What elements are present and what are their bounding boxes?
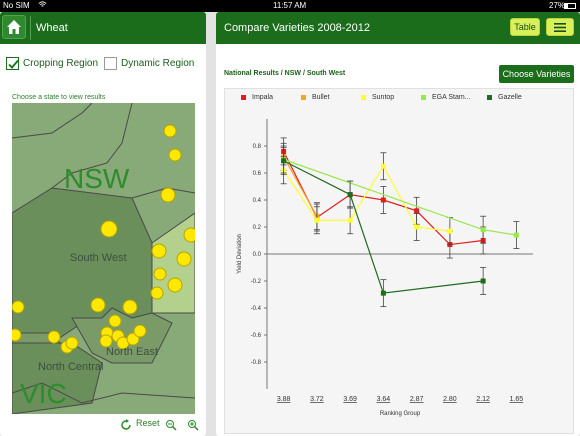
battery-icon: [564, 3, 576, 9]
data-point: [513, 232, 519, 238]
legend-swatch: [487, 94, 492, 100]
map-label-vic: VIC: [20, 378, 67, 409]
y-tick-label: 0.8: [253, 144, 262, 150]
map-label-nsw: NSW: [64, 163, 130, 194]
y-tick-label: -0.2: [251, 279, 262, 285]
map-label-north-east: North East: [106, 346, 158, 358]
legend-item-gazelle[interactable]: Gazelle: [487, 94, 522, 101]
reset-icon[interactable]: [120, 418, 132, 436]
legend-item-suntop[interactable]: Suntop: [361, 94, 394, 101]
results-header: Compare Varieties 2008-2012 Table: [216, 12, 580, 44]
breadcrumb[interactable]: National Results / NSW / South West: [224, 70, 345, 77]
reset-button[interactable]: Reset: [136, 418, 160, 428]
x-tick-label: 2.80: [443, 396, 457, 403]
carrier-text: No SIM: [3, 1, 30, 10]
data-point: [447, 228, 453, 234]
data-point: [380, 290, 386, 296]
data-point: [480, 227, 486, 233]
data-point: [380, 197, 386, 203]
y-tick-label: 0.2: [253, 225, 262, 231]
x-tick-label: 2.87: [410, 396, 424, 403]
clock-text: 11:57 AM: [273, 1, 307, 10]
y-tick-label: -0.8: [251, 360, 262, 366]
dynamic-region-checkbox[interactable]: [104, 57, 117, 70]
zoom-in-icon[interactable]: [187, 418, 199, 436]
crop-title: Wheat: [36, 22, 68, 34]
legend-item-impala[interactable]: Impala: [241, 94, 273, 101]
legend-swatch: [421, 94, 426, 100]
header-divider: [30, 16, 31, 40]
data-point: [314, 217, 320, 223]
checkmark-icon: [8, 59, 19, 69]
zoom-out-icon[interactable]: [165, 418, 177, 436]
yield-chart: 0.8 0.6 0.4 0.2 0.0 -0.2 -0.4 -0.6 -0.8 Yield Dev…: [237, 119, 533, 417]
series-line: [283, 165, 450, 232]
chart-card: Impala Bullet Suntop EGA Stam... Gazelle…: [224, 88, 574, 434]
status-bar: No SIM 11:57 AM 27%: [0, 0, 580, 12]
y-axis-label: Yield Deviation: [237, 234, 243, 274]
data-point: [347, 217, 353, 223]
menu-button[interactable]: [546, 18, 574, 36]
choose-varieties-button[interactable]: Choose Varieties: [499, 65, 574, 83]
home-button[interactable]: [2, 15, 26, 39]
table-button[interactable]: Table: [510, 18, 540, 36]
battery-text: 27%: [549, 1, 566, 10]
home-icon: [7, 20, 21, 34]
x-tick-label: 2.12: [476, 396, 490, 403]
map-panel: Wheat Cropping Region Dynamic Region Cho…: [0, 12, 206, 436]
y-tick-label: -0.4: [251, 306, 262, 312]
legend-item-ega-stampede[interactable]: EGA Stam...: [421, 94, 471, 101]
data-point: [281, 158, 287, 164]
legend-swatch: [301, 94, 306, 100]
series-line: [283, 160, 484, 294]
map-toolbar: Reset: [0, 416, 206, 436]
y-tick-label: 0.0: [253, 252, 262, 258]
data-point: [480, 278, 486, 284]
data-point: [347, 192, 353, 198]
results-title: Compare Varieties 2008-2012: [224, 22, 370, 34]
y-tick-label: -0.6: [251, 333, 262, 339]
data-point: [414, 224, 420, 230]
x-tick-label: 1.65: [510, 396, 524, 403]
cropping-region-label[interactable]: Cropping Region: [23, 58, 98, 69]
map-hint: Choose a state to view results: [12, 94, 106, 101]
dynamic-region-label[interactable]: Dynamic Region: [121, 58, 194, 69]
x-axis-label: Ranking Group: [380, 411, 421, 417]
legend-swatch: [241, 94, 246, 100]
x-tick-label: 3.69: [343, 396, 357, 403]
data-point: [380, 163, 386, 169]
data-point: [414, 208, 420, 214]
y-tick-label: 0.4: [253, 198, 262, 204]
results-panel: Compare Varieties 2008-2012 Table Nation…: [216, 12, 580, 436]
legend-item-bullet[interactable]: Bullet: [301, 94, 330, 101]
region-map[interactable]: NSW South West North Central North East …: [12, 103, 195, 414]
x-tick-label: 3.64: [377, 396, 391, 403]
menu-icon: [554, 23, 566, 32]
x-tick-label: 3.72: [310, 396, 324, 403]
map-header: Wheat: [0, 12, 206, 44]
map-label-south-west: South West: [70, 252, 127, 264]
legend-swatch: [361, 94, 366, 100]
y-tick-label: 0.6: [253, 171, 262, 177]
map-label-north-central: North Central: [38, 361, 103, 373]
cropping-region-checkbox[interactable]: [6, 57, 19, 70]
x-tick-label: 3.88: [277, 396, 291, 403]
